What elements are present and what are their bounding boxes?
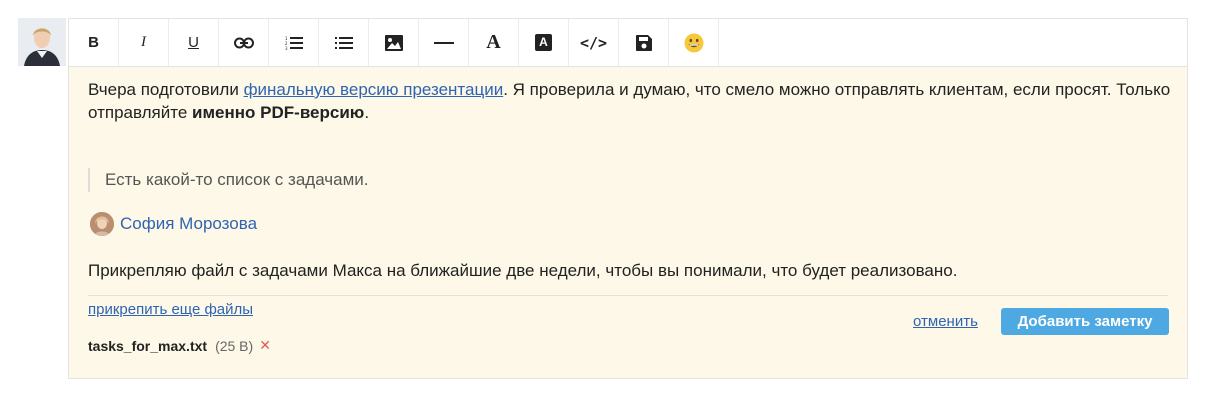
note-paragraph-2: Прикрепляю файл с задачами Макса на ближ…	[88, 261, 958, 280]
user-mention[interactable]: София Морозова	[90, 212, 257, 236]
underline-icon: U	[188, 34, 199, 51]
emoji-icon	[684, 33, 703, 52]
paragraph-text: Вчера подготовили	[88, 80, 244, 99]
remove-file-icon[interactable]: ✕	[259, 337, 271, 354]
ordered-list-icon: 1 2 3	[285, 36, 303, 50]
attached-file: tasks_for_max.txt (25 B) ✕	[88, 337, 271, 354]
mention-avatar	[90, 212, 114, 236]
file-name: tasks_for_max.txt	[88, 337, 208, 354]
background-color-icon: A	[535, 34, 552, 51]
code-button[interactable]: </>	[569, 19, 619, 66]
image-icon	[384, 34, 403, 51]
note-paragraph-1: Вчера подготовили финальную версию презе…	[88, 78, 1173, 124]
italic-icon: I	[141, 34, 146, 50]
user-avatar	[18, 18, 66, 66]
formatting-toolbar: B I U 1 2 3 A A </>	[68, 18, 1188, 67]
unordered-list-button[interactable]	[319, 19, 369, 66]
ordered-list-button[interactable]: 1 2 3	[269, 19, 319, 66]
text-color-icon: A	[486, 31, 501, 53]
divider	[88, 295, 1168, 296]
underline-button[interactable]: U	[169, 19, 219, 66]
paragraph-text: .	[364, 103, 370, 122]
link-icon	[233, 37, 254, 48]
cancel-link[interactable]: отменить	[913, 312, 978, 332]
code-icon: </>	[579, 33, 608, 52]
attach-more-files-link[interactable]: прикрепить еще файлы	[88, 300, 253, 320]
background-color-button[interactable]: A	[519, 19, 569, 66]
italic-button[interactable]: I	[119, 19, 169, 66]
svg-text:3: 3	[285, 46, 288, 50]
save-button[interactable]	[619, 19, 669, 66]
image-button[interactable]	[369, 19, 419, 66]
link-button[interactable]	[219, 19, 269, 66]
file-size: (25 B)	[215, 337, 254, 354]
blockquote: Есть какой-то список с задачами.	[88, 168, 369, 192]
presentation-link[interactable]: финальную версию презентации	[244, 80, 504, 99]
unordered-list-icon	[334, 36, 353, 49]
emoji-button[interactable]	[669, 19, 719, 66]
bold-icon: B	[88, 34, 99, 51]
horizontal-rule-button[interactable]	[419, 19, 469, 66]
add-note-button[interactable]: Добавить заметку	[1001, 308, 1169, 335]
bold-button[interactable]: B	[69, 19, 119, 66]
save-icon	[635, 34, 652, 51]
bold-text: именно PDF-версию	[192, 103, 365, 122]
text-color-button[interactable]: A	[469, 19, 519, 66]
horizontal-rule-icon	[433, 41, 454, 44]
mention-name[interactable]: София Морозова	[120, 212, 257, 236]
